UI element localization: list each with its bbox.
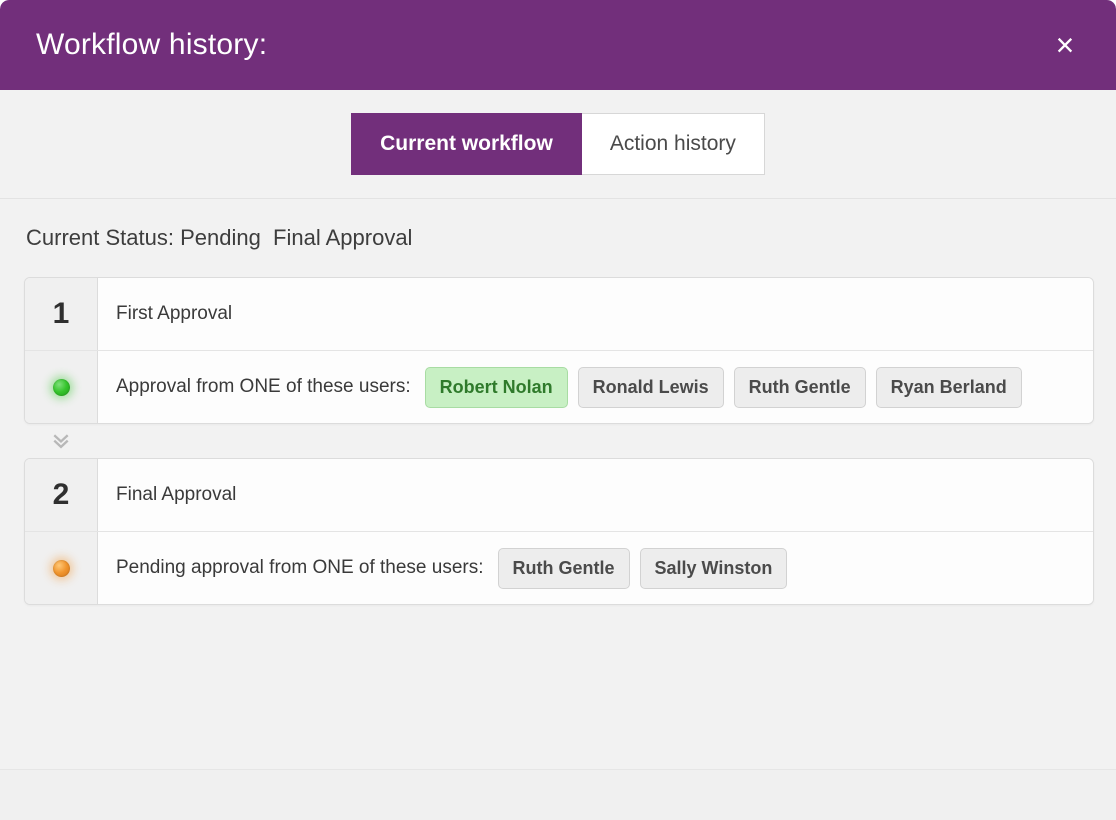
tabbar-container: Current workflow Action history	[0, 90, 1116, 199]
tabbar: Current workflow Action history	[351, 113, 765, 175]
step-title: Final Approval	[116, 484, 236, 506]
step-detail-row: Approval from ONE of these users: Robert…	[25, 351, 1093, 423]
tab-current-workflow[interactable]: Current workflow	[351, 113, 582, 175]
step-detail-row: Pending approval from ONE of these users…	[25, 532, 1093, 604]
approver-chip[interactable]: Sally Winston	[640, 548, 788, 589]
step-number-gutter: 2	[25, 459, 98, 531]
workflow-step-2: 2 Final Approval Pending approval from O…	[24, 458, 1094, 605]
modal-header: Workflow history: ×	[0, 0, 1116, 90]
step-connector	[24, 424, 1092, 458]
approver-chip-list: Robert Nolan Ronald Lewis Ruth Gentle Ry…	[425, 367, 1022, 408]
modal-footer	[0, 769, 1116, 820]
step-header-row: 1 First Approval	[25, 278, 1093, 351]
step-approvers-cell: Approval from ONE of these users: Robert…	[98, 351, 1093, 423]
approver-chip[interactable]: Ruth Gentle	[498, 548, 630, 589]
modal-body: Current Status: Pending Final Approval 1…	[0, 199, 1116, 769]
chevrons-down-icon	[52, 432, 70, 450]
tab-action-history[interactable]: Action history	[582, 113, 765, 175]
page-title: Workflow history:	[36, 28, 267, 62]
workflow-history-modal: Workflow history: × Current workflow Act…	[0, 0, 1116, 820]
current-status-text: Current Status: Pending Final Approval	[26, 225, 1092, 251]
status-indicator-green-icon	[53, 379, 70, 396]
workflow-step-1: 1 First Approval Approval from ONE of th…	[24, 277, 1094, 424]
step-status-gutter	[25, 532, 98, 604]
status-indicator-orange-icon	[53, 560, 70, 577]
approval-instruction: Pending approval from ONE of these users…	[116, 557, 484, 579]
approval-instruction: Approval from ONE of these users:	[116, 376, 411, 398]
step-status-gutter	[25, 351, 98, 423]
approver-chip[interactable]: Ruth Gentle	[734, 367, 866, 408]
step-title-cell: Final Approval	[98, 459, 1093, 531]
step-header-row: 2 Final Approval	[25, 459, 1093, 532]
step-title-cell: First Approval	[98, 278, 1093, 350]
step-title: First Approval	[116, 303, 232, 325]
step-number-gutter: 1	[25, 278, 98, 350]
step-number: 2	[53, 478, 70, 512]
approver-chip-list: Ruth Gentle Sally Winston	[498, 548, 788, 589]
approver-chip[interactable]: Robert Nolan	[425, 367, 568, 408]
step-number: 1	[53, 297, 70, 331]
close-icon[interactable]: ×	[1044, 24, 1086, 66]
approver-chip[interactable]: Ryan Berland	[876, 367, 1022, 408]
approver-chip[interactable]: Ronald Lewis	[578, 367, 724, 408]
step-approvers-cell: Pending approval from ONE of these users…	[98, 532, 1093, 604]
